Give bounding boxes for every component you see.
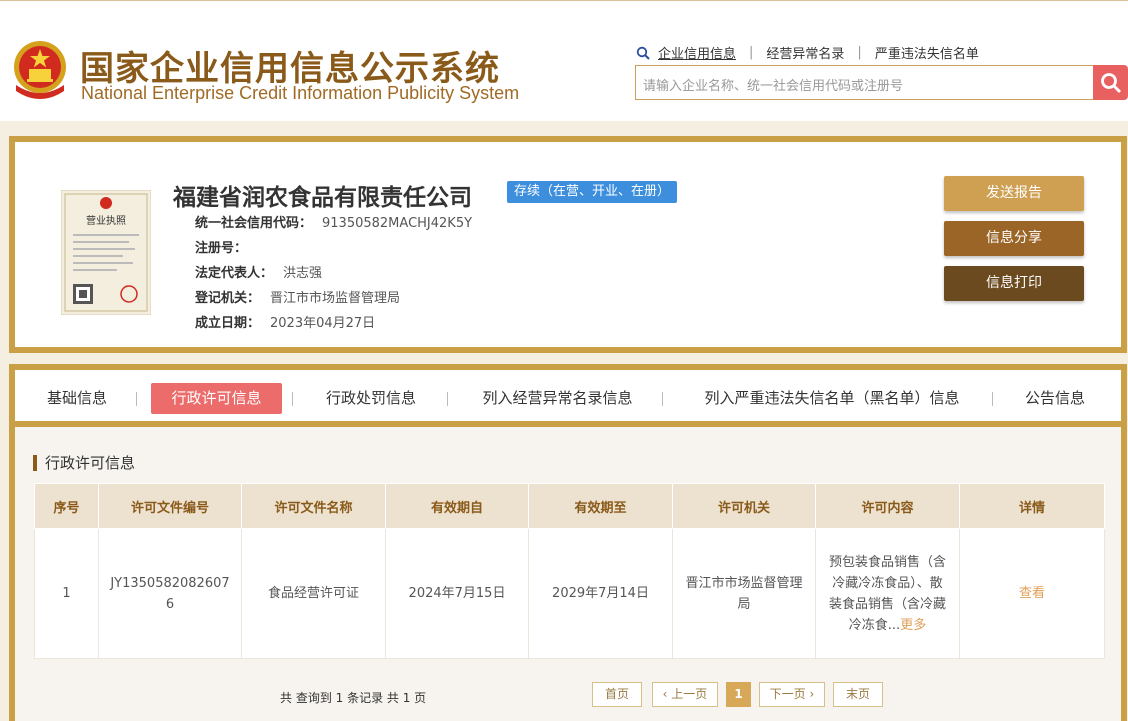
table-header-row: 序号 许可文件编号 许可文件名称 有效期自 有效期至 许可机关 许可内容 详情 bbox=[34, 483, 1105, 529]
tab-admin-penalty[interactable]: 行政处罚信息 bbox=[315, 383, 427, 414]
search-button[interactable] bbox=[1093, 65, 1128, 100]
print-info-button[interactable]: 信息打印 bbox=[944, 266, 1084, 301]
cell-doc-no: JY13505820826076 bbox=[98, 528, 242, 659]
tab-admin-license[interactable]: 行政许可信息 bbox=[151, 383, 282, 414]
tab-abnormal-list[interactable]: 列入经营异常名录信息 bbox=[470, 383, 645, 414]
link-separator: | bbox=[857, 45, 862, 60]
link-enterprise-credit[interactable]: 企业信用信息 bbox=[658, 43, 736, 62]
license-title: 营业执照 bbox=[86, 214, 126, 227]
tab-separator bbox=[447, 392, 448, 406]
tab-separator bbox=[662, 392, 663, 406]
info-label: 登记机关： bbox=[195, 291, 261, 306]
status-badge: 存续（在营、开业、在册） bbox=[507, 181, 678, 203]
current-page[interactable]: 1 bbox=[726, 682, 751, 707]
share-info-button[interactable]: 信息分享 bbox=[944, 221, 1084, 256]
license-section: 行政许可信息 序号 许可文件编号 许可文件名称 有效期自 有效期至 许可机关 许… bbox=[15, 427, 1121, 721]
info-legal-rep: 法定代表人： 洪志强 bbox=[195, 262, 322, 281]
tab-basic-info[interactable]: 基础信息 bbox=[37, 383, 117, 414]
tab-separator bbox=[136, 392, 137, 406]
info-established: 成立日期： 2023年04月27日 bbox=[195, 312, 375, 331]
prev-page-button[interactable]: ‹ 上一页 bbox=[652, 682, 718, 707]
column-header: 许可文件编号 bbox=[98, 483, 242, 529]
business-license-icon[interactable]: 营业执照 bbox=[61, 190, 151, 315]
license-table: 序号 许可文件编号 许可文件名称 有效期自 有效期至 许可机关 许可内容 详情 … bbox=[34, 483, 1105, 659]
cell-doc-name: 食品经营许可证 bbox=[241, 528, 386, 659]
column-header: 许可文件名称 bbox=[241, 483, 386, 529]
cell-detail: 查看 bbox=[959, 528, 1105, 659]
cell-authority: 晋江市市场监督管理局 bbox=[672, 528, 816, 659]
chevron-left-icon: ‹ bbox=[662, 687, 672, 701]
info-label: 统一社会信用代码： bbox=[195, 216, 313, 231]
search-small-icon bbox=[636, 46, 650, 60]
pager-summary: 共 查询到 1 条记录 共 1 页 bbox=[280, 691, 427, 705]
company-name: 福建省润农食品有限责任公司 bbox=[173, 185, 472, 211]
info-value: 2023年04月27日 bbox=[270, 316, 376, 331]
top-links: 企业信用信息 | 经营异常名录 | 严重违法失信名单 bbox=[636, 43, 979, 62]
column-header: 许可机关 bbox=[672, 483, 816, 529]
site-header: 国家企业信用信息公示系统 National Enterprise Credit … bbox=[0, 0, 1128, 121]
tab-bar: 基础信息 行政许可信息 行政处罚信息 列入经营异常名录信息 列入严重违法失信名单… bbox=[15, 370, 1121, 427]
info-reg-no: 注册号： bbox=[195, 237, 257, 256]
info-label: 注册号： bbox=[195, 241, 248, 256]
column-header: 序号 bbox=[34, 483, 99, 529]
column-header: 有效期至 bbox=[528, 483, 673, 529]
more-link[interactable]: 更多 bbox=[900, 618, 926, 633]
tab-announcements[interactable]: 公告信息 bbox=[1019, 383, 1091, 414]
view-detail-link[interactable]: 查看 bbox=[1019, 586, 1045, 601]
section-title: 行政许可信息 bbox=[33, 455, 135, 471]
detail-panel: 基础信息 行政许可信息 行政处罚信息 列入经营异常名录信息 列入严重违法失信名单… bbox=[9, 364, 1127, 721]
tab-separator bbox=[292, 392, 293, 406]
tab-separator bbox=[992, 392, 993, 406]
link-blacklist[interactable]: 严重违法失信名单 bbox=[875, 43, 979, 62]
info-value: 晋江市市场监督管理局 bbox=[270, 291, 401, 306]
column-header: 许可内容 bbox=[815, 483, 960, 529]
cell-content: 预包装食品销售（含冷藏冷冻食品）、散装食品销售（含冷藏冷冻食...更多 bbox=[815, 528, 960, 659]
info-label: 成立日期： bbox=[195, 316, 261, 331]
info-value: 91350582MACHJ42K5Y bbox=[322, 216, 473, 231]
cell-valid-to: 2029年7月14日 bbox=[528, 528, 673, 659]
next-page-label: 下一页 bbox=[769, 687, 806, 701]
link-separator: | bbox=[749, 45, 754, 60]
search-icon bbox=[1100, 72, 1121, 93]
cell-valid-from: 2024年7月15日 bbox=[385, 528, 529, 659]
search-input[interactable]: 请输入企业名称、统一社会信用代码或注册号 bbox=[635, 65, 1095, 100]
link-abnormal-list[interactable]: 经营异常名录 bbox=[766, 43, 844, 62]
site-title-en: National Enterprise Credit Information P… bbox=[81, 83, 520, 103]
chevron-right-icon: › bbox=[805, 687, 815, 701]
prev-page-label: 上一页 bbox=[671, 687, 708, 701]
table-row: 1 JY13505820826076 食品经营许可证 2024年7月15日 20… bbox=[34, 528, 1105, 659]
next-page-button[interactable]: 下一页 › bbox=[759, 682, 825, 707]
cell-no: 1 bbox=[34, 528, 99, 659]
info-credit-code: 统一社会信用代码： 91350582MACHJ42K5Y bbox=[195, 212, 472, 231]
info-authority: 登记机关： 晋江市市场监督管理局 bbox=[195, 287, 400, 306]
tab-blacklist[interactable]: 列入严重违法失信名单（黑名单）信息 bbox=[687, 383, 977, 414]
info-value: 洪志强 bbox=[283, 266, 323, 281]
column-header: 详情 bbox=[959, 483, 1105, 529]
national-emblem-icon bbox=[14, 41, 66, 99]
send-report-button[interactable]: 发送报告 bbox=[944, 176, 1084, 211]
content-text: 预包装食品销售（含冷藏冷冻食品）、散装食品销售（含冷藏冷冻食... bbox=[828, 554, 946, 633]
first-page-button[interactable]: 首页 bbox=[592, 682, 642, 707]
last-page-button[interactable]: 末页 bbox=[833, 682, 883, 707]
info-label: 法定代表人： bbox=[195, 266, 274, 281]
company-panel: 营业执照 福建省润农食品有限责任公司 存续（在营、开业、在册） 统一社会信用代码… bbox=[9, 136, 1127, 353]
column-header: 有效期自 bbox=[385, 483, 529, 529]
